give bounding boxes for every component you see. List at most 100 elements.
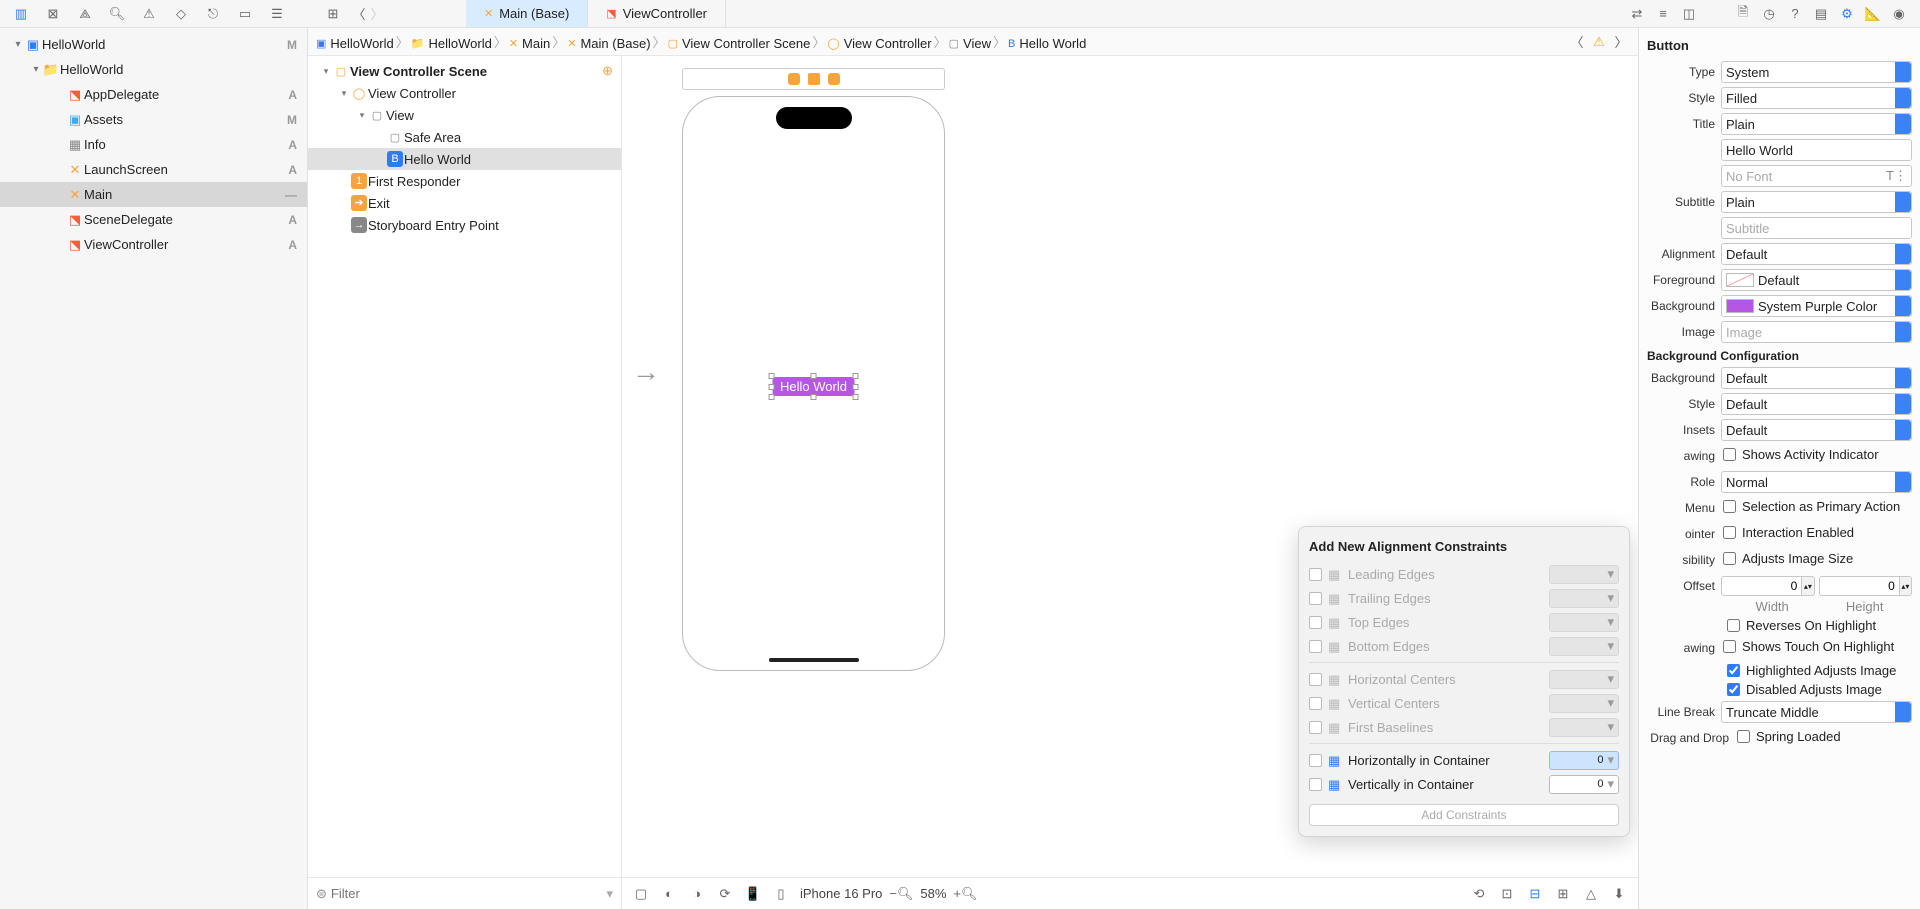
view-as-icon[interactable]: ▢ bbox=[632, 885, 650, 903]
breadcrumb-view-controller[interactable]: ◯ View Controller bbox=[827, 36, 931, 51]
offset-width-input[interactable] bbox=[1721, 576, 1802, 596]
constraint-first-baselines[interactable]: ▦First Baselines▾ bbox=[1309, 715, 1619, 739]
disclosure-icon[interactable]: ▾ bbox=[356, 110, 368, 121]
group-item[interactable]: ▾ 📁 HelloWorld bbox=[0, 57, 307, 82]
title-mode-select[interactable]: Plain bbox=[1721, 113, 1912, 135]
breadcrumb-view[interactable]: ▢ View bbox=[949, 36, 991, 51]
disclosure-icon[interactable]: ▾ bbox=[30, 64, 42, 75]
outline-item-view-controller[interactable]: ▾◯View Controller bbox=[308, 82, 621, 104]
constraint-checkbox[interactable] bbox=[1309, 640, 1322, 653]
subtitle-mode-select[interactable]: Plain bbox=[1721, 191, 1912, 213]
device-label[interactable]: iPhone 16 Pro bbox=[800, 886, 882, 901]
disclosure-icon[interactable]: ▾ bbox=[12, 39, 24, 50]
history-icon[interactable]: ◷ bbox=[1760, 5, 1778, 23]
offset-height-input[interactable] bbox=[1819, 576, 1900, 596]
outline-item-view-controller-scene[interactable]: ▾▢View Controller Scene⊕ bbox=[308, 60, 621, 82]
highlighted-adjusts-checkbox[interactable] bbox=[1727, 664, 1740, 677]
activity-indicator-checkbox[interactable] bbox=[1723, 448, 1736, 461]
constraint-top-edges[interactable]: ▦Top Edges▾ bbox=[1309, 610, 1619, 634]
grid-icon[interactable]: ⊞ bbox=[324, 5, 342, 23]
constraint-checkbox[interactable] bbox=[1309, 721, 1322, 734]
lines-icon[interactable]: ≡ bbox=[1654, 5, 1672, 23]
report-icon[interactable]: ☰ bbox=[268, 5, 286, 23]
breadcrumb-hello-world[interactable]: B Hello World bbox=[1008, 36, 1086, 51]
adjust-icon[interactable]: ⇄ bbox=[1628, 5, 1646, 23]
constraint-checkbox[interactable] bbox=[1309, 697, 1322, 710]
font-field[interactable]: No FontT⋮ bbox=[1721, 165, 1912, 187]
outline-item-storyboard-entry-point[interactable]: →Storyboard Entry Point bbox=[308, 214, 621, 236]
style-select[interactable]: Filled bbox=[1721, 87, 1912, 109]
zoom-level[interactable]: 58% bbox=[920, 886, 946, 901]
back-icon[interactable]: 〈 bbox=[350, 5, 368, 23]
device-icon[interactable]: 📱 bbox=[744, 885, 762, 903]
bookmark-icon[interactable]: ⟁ bbox=[76, 5, 94, 23]
project-root[interactable]: ▾ ▣ HelloWorld M bbox=[0, 32, 307, 57]
nav-item-viewcontroller[interactable]: ⬔ViewControllerA bbox=[0, 232, 307, 257]
size-icon[interactable]: 📐 bbox=[1864, 5, 1882, 23]
tab-viewcontroller[interactable]: ⬔ ViewController bbox=[588, 0, 726, 27]
filter-input[interactable] bbox=[331, 886, 603, 901]
orientation-icon[interactable]: ⟳ bbox=[716, 885, 734, 903]
background-select[interactable]: System Purple Color bbox=[1721, 295, 1912, 317]
tab-main-base[interactable]: ✕ Main (Base) bbox=[466, 0, 588, 27]
constraint-vertically-in-container[interactable]: ▦Vertically in Container0▾ bbox=[1309, 772, 1619, 796]
outline-item-first-responder[interactable]: 1First Responder bbox=[308, 170, 621, 192]
nav-item-scenedelegate[interactable]: ⬔SceneDelegateA bbox=[0, 207, 307, 232]
accessibility-checkbox[interactable] bbox=[1723, 552, 1736, 565]
breadcrumb-helloworld[interactable]: ▣ HelloWorld bbox=[316, 36, 394, 51]
bg-style-select[interactable]: Default bbox=[1721, 393, 1912, 415]
nav-item-appdelegate[interactable]: ⬔AppDelegateA bbox=[0, 82, 307, 107]
bg-config-background-select[interactable]: Default bbox=[1721, 367, 1912, 389]
constraint-checkbox[interactable] bbox=[1309, 754, 1322, 767]
file-icon[interactable]: 🗎 bbox=[1734, 5, 1752, 23]
nav-item-info[interactable]: ▦InfoA bbox=[0, 132, 307, 157]
embed-icon[interactable]: ⊡ bbox=[1498, 885, 1516, 903]
outline-item-view[interactable]: ▾▢View bbox=[308, 104, 621, 126]
search-icon[interactable]: 🔍︎ bbox=[108, 5, 126, 23]
constraint-bottom-edges[interactable]: ▦Bottom Edges▾ bbox=[1309, 634, 1619, 658]
help-icon[interactable]: ? bbox=[1786, 5, 1804, 23]
constraint-leading-edges[interactable]: ▦Leading Edges▾ bbox=[1309, 562, 1619, 586]
align-icon[interactable]: ⊟ bbox=[1526, 885, 1544, 903]
constraint-vertical-centers[interactable]: ▦Vertical Centers▾ bbox=[1309, 691, 1619, 715]
shows-touch-checkbox[interactable] bbox=[1723, 640, 1736, 653]
foreground-select[interactable]: Default bbox=[1721, 269, 1912, 291]
insets-select[interactable]: Default bbox=[1721, 419, 1912, 441]
constraint-checkbox[interactable] bbox=[1309, 592, 1322, 605]
attributes-icon[interactable]: ⚙ bbox=[1838, 5, 1856, 23]
debug-icon[interactable]: ⎋ bbox=[204, 5, 222, 23]
breakpoint-icon[interactable]: ▭ bbox=[236, 5, 254, 23]
spring-loaded-checkbox[interactable] bbox=[1737, 730, 1750, 743]
nav-item-launchscreen[interactable]: ✕LaunchScreenA bbox=[0, 157, 307, 182]
add-icon[interactable]: ⊕ bbox=[602, 63, 613, 79]
pointer-checkbox[interactable] bbox=[1723, 526, 1736, 539]
alignment-select[interactable]: Default bbox=[1721, 243, 1912, 265]
line-break-select[interactable]: Truncate Middle bbox=[1721, 701, 1912, 723]
identity-icon[interactable]: ▤ bbox=[1812, 5, 1830, 23]
breadcrumb-main-(base)[interactable]: ✕ Main (Base) bbox=[567, 36, 650, 51]
zoom-out-icon[interactable]: −🔍︎ bbox=[892, 885, 910, 903]
filter-options-icon[interactable]: ▾ bbox=[606, 886, 613, 902]
breadcrumb-helloworld[interactable]: 📁 HelloWorld bbox=[411, 36, 492, 51]
jumpbar-forward-icon[interactable]: 〉 bbox=[1612, 33, 1630, 51]
nav-item-main[interactable]: ✕Main— bbox=[0, 182, 307, 207]
add-constraints-button[interactable]: Add Constraints bbox=[1309, 804, 1619, 826]
device2-icon[interactable]: ▯ bbox=[772, 885, 790, 903]
constraint-trailing-edges[interactable]: ▦Trailing Edges▾ bbox=[1309, 586, 1619, 610]
reverses-checkbox[interactable] bbox=[1727, 619, 1740, 632]
constraint-checkbox[interactable] bbox=[1309, 616, 1322, 629]
breadcrumb-view-controller-scene[interactable]: ▢ View Controller Scene bbox=[668, 36, 811, 51]
pin-icon[interactable]: ⊞ bbox=[1554, 885, 1572, 903]
outline-item-exit[interactable]: ➜Exit bbox=[308, 192, 621, 214]
scene-header[interactable] bbox=[682, 68, 945, 90]
update-frames-icon[interactable]: ⟲ bbox=[1470, 885, 1488, 903]
sidebar-right-icon[interactable]: ◫ bbox=[1680, 5, 1698, 23]
constraint-horizontally-in-container[interactable]: ▦Horizontally in Container0▾ bbox=[1309, 748, 1619, 772]
jumpbar-back-icon[interactable]: 〈 bbox=[1568, 33, 1586, 51]
stepper[interactable]: ▴▾ bbox=[1802, 576, 1814, 596]
subtitle-text-field[interactable]: Subtitle bbox=[1721, 217, 1912, 239]
nav-item-assets[interactable]: ▣AssetsM bbox=[0, 107, 307, 132]
folder-icon[interactable]: ▥ bbox=[12, 5, 30, 23]
connections-icon[interactable]: ◉ bbox=[1890, 5, 1908, 23]
warning-icon[interactable]: ⚠︎ bbox=[140, 5, 158, 23]
